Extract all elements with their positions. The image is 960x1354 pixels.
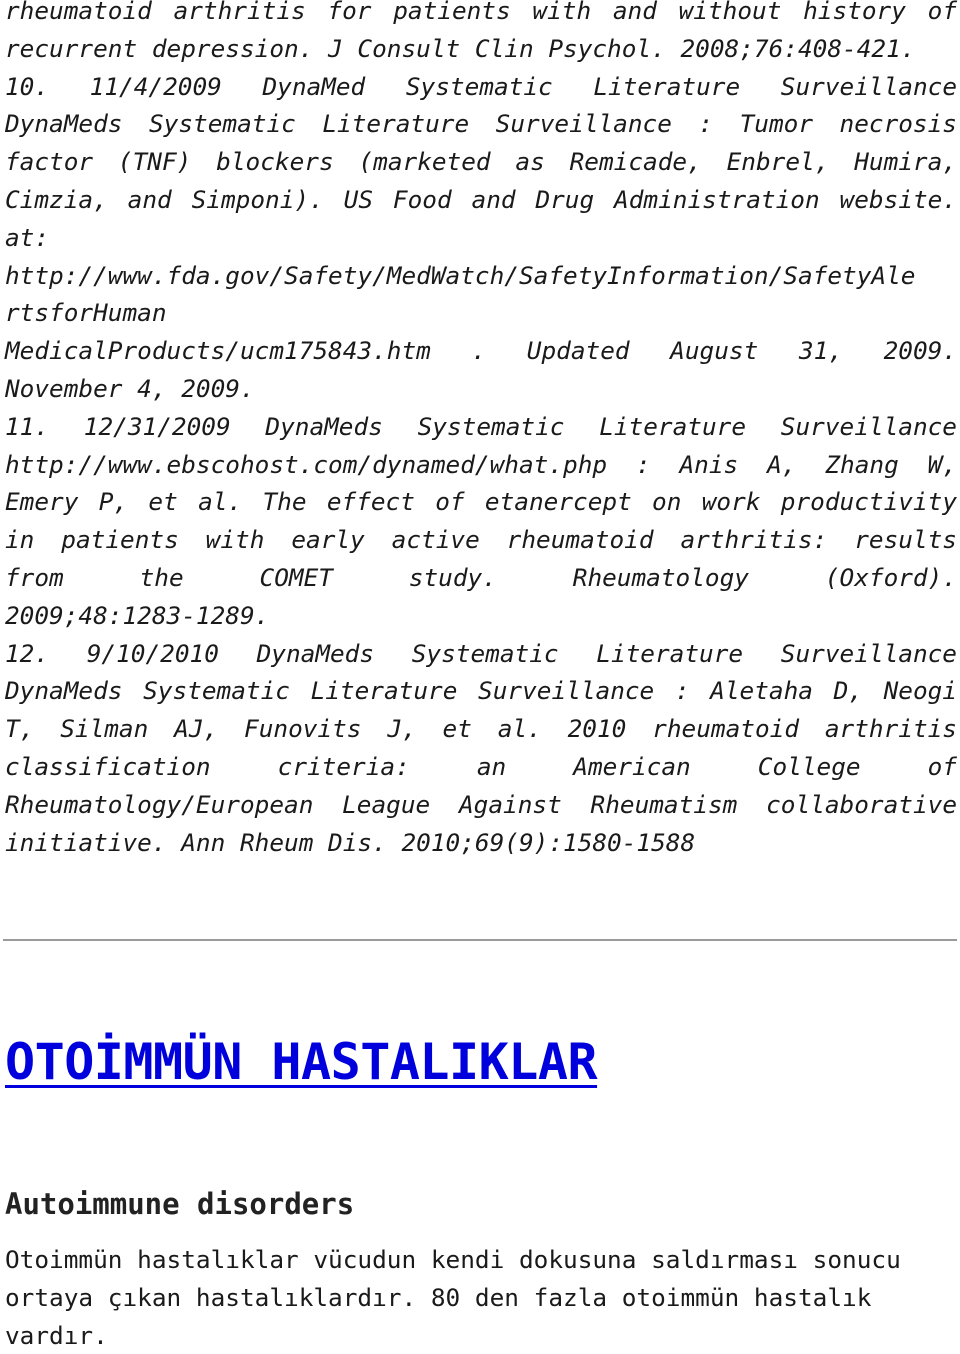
reference-line: 12. 9/10/2010 DynaMeds Systematic Litera… bbox=[5, 638, 957, 668]
body-text-line: ortaya çıkan hastalıklardır. 80 den fazl… bbox=[5, 1282, 872, 1312]
horizontal-divider bbox=[3, 939, 957, 941]
reference-line: DynaMeds Systematic Literature Surveilla… bbox=[5, 109, 957, 139]
reference-line: factor (TNF) blockers (marketed as Remic… bbox=[5, 147, 957, 177]
article-title-link[interactable]: OTOİMMÜN HASTALIKLAR bbox=[5, 1030, 598, 1094]
reference-line: 11. 12/31/2009 DynaMeds Systematic Liter… bbox=[5, 411, 957, 441]
reference-line: Rheumatology/European League Against Rhe… bbox=[5, 789, 957, 819]
reference-line: classification criteria: an American Col… bbox=[5, 751, 957, 781]
article-body: Otoimmün hastalıklar vücudun kendi dokus… bbox=[5, 1241, 957, 1354]
reference-line: 2009;48:1283-1289. bbox=[5, 600, 270, 630]
reference-line: recurrent depression. J Consult Clin Psy… bbox=[5, 33, 916, 63]
reference-line: November 4, 2009. bbox=[5, 373, 255, 403]
reference-line: http://www.ebscohost.com/dynamed/what.ph… bbox=[5, 449, 957, 479]
reference-line: T, Silman AJ, Funovits J, et al. 2010 rh… bbox=[5, 714, 957, 744]
body-text-line: vardır. bbox=[5, 1320, 108, 1350]
reference-line: rtsforHuman bbox=[5, 298, 167, 328]
reference-line: in patients with early active rheumatoid… bbox=[5, 525, 957, 555]
reference-line: DynaMeds Systematic Literature Surveilla… bbox=[5, 676, 957, 706]
reference-line: rheumatoid arthritis for patients with a… bbox=[5, 0, 957, 25]
reference-line: http://www.fda.gov/Safety/MedWatch/Safet… bbox=[5, 260, 916, 290]
reference-line: 10. 11/4/2009 DynaMed Systematic Literat… bbox=[5, 71, 957, 101]
article-subtitle: Autoimmune disorders bbox=[5, 1187, 355, 1221]
reference-line: Emery P, et al. The effect of etanercept… bbox=[5, 487, 957, 517]
references-list: rheumatoid arthritis for patients with a… bbox=[5, 0, 957, 861]
body-text-line: Otoimmün hastalıklar vücudun kendi dokus… bbox=[5, 1245, 901, 1274]
reference-line: MedicalProducts/ucm175843.htm . Updated … bbox=[5, 336, 957, 366]
reference-line: at: bbox=[5, 222, 50, 252]
reference-line: Cimzia, and Simponi). US Food and Drug A… bbox=[5, 184, 957, 214]
reference-line: from the COMET study. Rheumatology (Oxfo… bbox=[5, 562, 957, 592]
reference-line: initiative. Ann Rheum Dis. 2010;69(9):15… bbox=[5, 827, 696, 857]
